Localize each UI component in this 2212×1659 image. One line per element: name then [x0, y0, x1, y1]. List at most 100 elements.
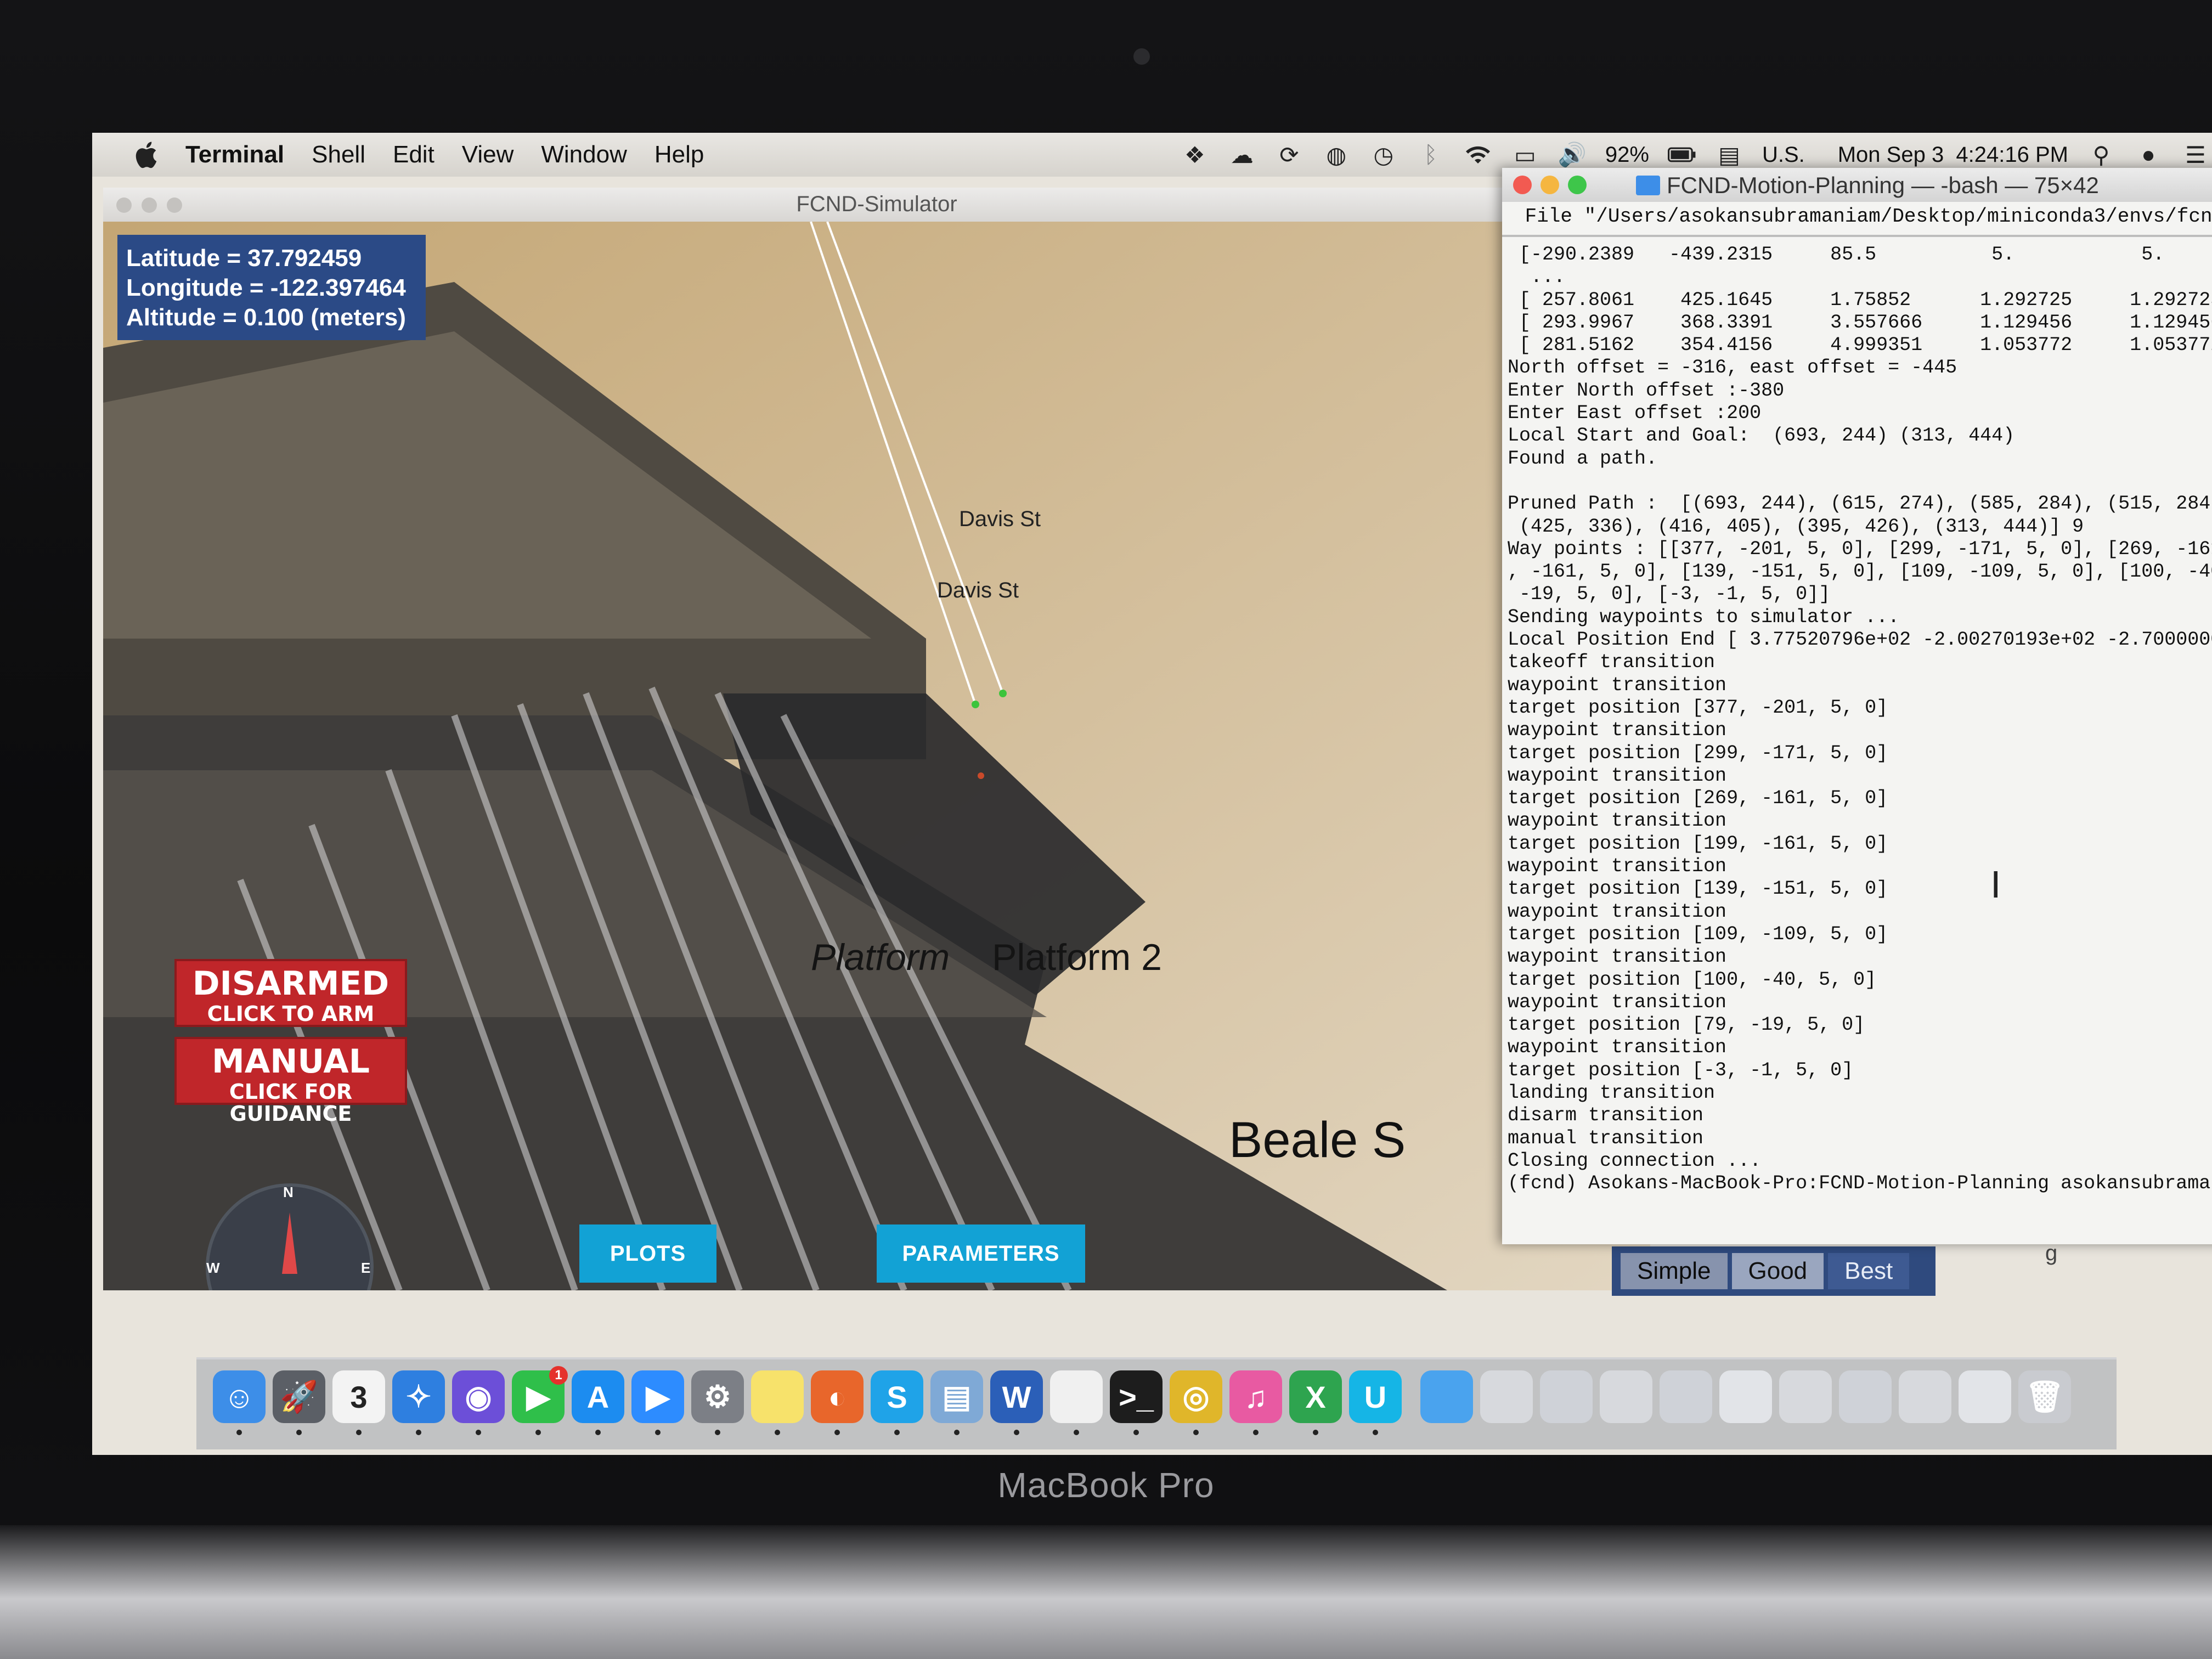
quality-good-button[interactable]: Good	[1731, 1253, 1824, 1289]
dock: ☺ 🚀 3 ✧ ◉ ▶ 1 A ▶ ⚙ ◐ S ▤ W >_ ◎ ♫ X U 🗑	[196, 1357, 2117, 1449]
window-thumbnail-1-icon[interactable]	[1480, 1370, 1533, 1423]
window-thumbnail-4-icon[interactable]	[1660, 1370, 1712, 1423]
notification-center-icon[interactable]: ☰	[2181, 140, 2210, 169]
sync-icon[interactable]: ⟳	[1275, 140, 1304, 169]
system-preferences-icon[interactable]: ⚙	[691, 1370, 744, 1423]
quality-best-button[interactable]: Best	[1828, 1253, 1910, 1289]
siri-icon[interactable]: ◉	[452, 1370, 505, 1423]
running-indicator	[775, 1430, 780, 1435]
street-label-davis-2: Davis St	[937, 578, 1019, 602]
terminal-line: manual transition	[1508, 1127, 1704, 1149]
input-source[interactable]: U.S.	[1762, 143, 1805, 167]
menu-window[interactable]: Window	[541, 141, 627, 168]
terminal-line: , -161, 5, 0], [139, -151, 5, 0], [109, …	[1508, 561, 2212, 583]
us-flag-icon[interactable]: ▤	[1715, 140, 1743, 169]
terminal-line: Local Start and Goal: (693, 244) (313, 4…	[1508, 425, 2015, 447]
drone-marker	[978, 772, 984, 779]
skype-icon[interactable]: S	[871, 1370, 923, 1423]
safari-icon[interactable]: ✧	[392, 1370, 445, 1423]
terminal-file-line: File "/Users/asokansubramaniam/Desktop/m…	[1513, 205, 2212, 228]
terminal-icon[interactable]: >_	[1110, 1370, 1163, 1423]
manual-state: MANUAL	[212, 1042, 370, 1081]
window-thumbnail-2-icon[interactable]	[1540, 1370, 1593, 1423]
menu-app-terminal[interactable]: Terminal	[185, 141, 284, 168]
cloud-upload-icon[interactable]: ☁	[1228, 140, 1256, 169]
running-indicator	[954, 1430, 960, 1435]
word-icon[interactable]: W	[990, 1370, 1043, 1423]
window-thumbnail-5-icon[interactable]	[1719, 1370, 1772, 1423]
running-indicator	[416, 1430, 421, 1435]
battery-percent: 92%	[1605, 142, 1649, 167]
running-indicator	[356, 1430, 362, 1435]
firefox-icon[interactable]: ◐	[811, 1370, 864, 1423]
quality-simple-button[interactable]: Simple	[1621, 1253, 1728, 1289]
terminal-line: waypoint transition	[1508, 764, 1727, 787]
plots-button[interactable]: PLOTS	[579, 1224, 716, 1283]
stray-character: g	[2045, 1241, 2058, 1265]
terminal-line: [ 281.5162 354.4156 4.999351 1.053772 1.…	[1508, 334, 2212, 357]
finder-icon[interactable]: ☺	[213, 1370, 266, 1423]
simulator-3d-scene[interactable]	[103, 221, 1650, 1290]
battery-icon[interactable]	[1667, 140, 1696, 169]
launchpad-icon[interactable]: 🚀	[273, 1370, 325, 1423]
terminal-line: (fcnd) Asokans-MacBook-Pro:FCND-Motion-P…	[1508, 1172, 2212, 1195]
terminal-line: target position [269, -161, 5, 0]	[1508, 787, 1888, 810]
window-thumbnail-6-icon[interactable]	[1779, 1370, 1832, 1423]
volume-icon[interactable]: 🔊	[1558, 140, 1587, 169]
terminal-divider[interactable]	[1502, 235, 2212, 237]
chrome-icon[interactable]: ◎	[1170, 1370, 1222, 1423]
window-thumbnail-7-icon[interactable]	[1839, 1370, 1892, 1423]
terminal-line: Found a path.	[1508, 447, 1658, 470]
terminal-line: [ 257.8061 425.1645 1.75852 1.292725 1.2…	[1519, 289, 2212, 311]
terminal-minimize-icon[interactable]	[1541, 176, 1559, 194]
window-thumbnail-9-icon[interactable]	[1959, 1370, 2011, 1423]
terminal-line: landing transition	[1508, 1081, 1716, 1104]
bluetooth-icon[interactable]: ᛒ	[1417, 140, 1445, 169]
airplay-icon[interactable]: ▭	[1511, 140, 1539, 169]
preview-icon[interactable]: ▤	[930, 1370, 983, 1423]
latitude-readout: Latitude = 37.792459	[126, 245, 362, 272]
time-machine-icon[interactable]: ◷	[1369, 140, 1398, 169]
spotlight-search-icon[interactable]: ⚲	[2087, 140, 2115, 169]
menu-edit[interactable]: Edit	[393, 141, 435, 168]
running-indicator	[1313, 1430, 1318, 1435]
terminal-zoom-icon[interactable]	[1568, 176, 1587, 194]
excel-icon[interactable]: X	[1289, 1370, 1342, 1423]
simulator-title: FCND-Simulator	[796, 192, 957, 216]
facetime-icon[interactable]: ▶ 1	[512, 1366, 568, 1423]
menu-view[interactable]: View	[462, 141, 514, 168]
terminal-titlebar: FCND-Motion-Planning — -bash — 75×42	[1502, 168, 2212, 202]
user-avatar-icon[interactable]: ●	[2134, 140, 2163, 169]
window-thumbnail-3-icon[interactable]	[1600, 1370, 1652, 1423]
folder-icon[interactable]	[1420, 1370, 1473, 1423]
textedit-icon[interactable]	[1050, 1370, 1103, 1423]
guidance-action: CLICK FOR GUIDANCE	[229, 1080, 353, 1126]
manual-button[interactable]: MANUAL CLICK FOR GUIDANCE	[174, 1037, 407, 1125]
parameters-button[interactable]: PARAMETERS	[877, 1224, 1085, 1283]
notes-icon[interactable]	[751, 1370, 804, 1423]
terminal-line: Way points : [[377, -201, 5, 0], [299, -…	[1508, 538, 2212, 560]
terminal-line: takeoff transition	[1508, 651, 1716, 674]
itunes-icon[interactable]: ♫	[1229, 1370, 1282, 1423]
udacity-icon[interactable]: U	[1349, 1370, 1402, 1423]
terminal-line: -19, 5, 0], [-3, -1, 5, 0]]	[1508, 583, 1831, 606]
calendar-icon[interactable]: 3	[332, 1370, 385, 1423]
wifi-icon[interactable]	[1464, 140, 1492, 169]
trash-icon[interactable]: 🗑	[2018, 1370, 2071, 1423]
dropbox-icon[interactable]: ❖	[1181, 140, 1209, 169]
clock[interactable]: Mon Sep 3 4:24:16 PM	[1838, 143, 2068, 167]
terminal-output[interactable]: [-290.2389 -439.2315 85.5 5. 5. 8 ... [ …	[1508, 244, 2212, 1195]
cat-icon[interactable]: ◍	[1322, 140, 1351, 169]
terminal-line: target position [299, -171, 5, 0]	[1508, 742, 1888, 764]
terminal-close-icon[interactable]	[1513, 176, 1532, 194]
zoom-icon[interactable]: ▶	[631, 1370, 684, 1423]
apple-logo-icon[interactable]	[131, 138, 163, 171]
window-thumbnail-8-icon[interactable]	[1899, 1370, 1951, 1423]
disarmed-button[interactable]: DISARMED CLICK TO ARM	[174, 959, 407, 1027]
app-store-icon[interactable]: A	[572, 1370, 624, 1423]
menu-shell[interactable]: Shell	[312, 141, 365, 168]
camera-icon	[1133, 48, 1150, 65]
compass-w: W	[206, 1260, 220, 1276]
terminal-line: target position [139, -151, 5, 0]	[1508, 878, 1888, 900]
menu-help[interactable]: Help	[654, 141, 704, 168]
